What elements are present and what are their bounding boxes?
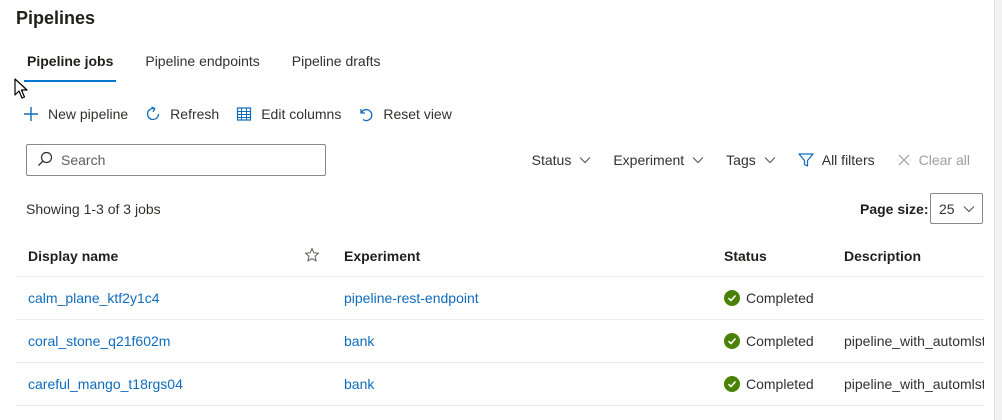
- clear-all-label: Clear all: [918, 152, 970, 168]
- pipeline-jobs-table: Display name Experiment Status Descripti…: [16, 236, 984, 406]
- funnel-icon: [798, 152, 814, 168]
- checkmark-circle-icon: [724, 290, 740, 306]
- favorite-column-header[interactable]: [292, 247, 332, 266]
- status-cell: Completed: [712, 290, 832, 306]
- experiment-link[interactable]: bank: [344, 376, 374, 392]
- chevron-down-icon: [963, 205, 975, 213]
- star-icon: [304, 247, 320, 266]
- status-text: Completed: [746, 333, 814, 349]
- search-box[interactable]: [26, 144, 326, 176]
- status-text: Completed: [746, 290, 814, 306]
- tab-pipeline-drafts[interactable]: Pipeline drafts: [281, 44, 392, 80]
- status-cell: Completed: [712, 376, 832, 392]
- table-columns-icon: [235, 105, 253, 123]
- refresh-label: Refresh: [170, 106, 220, 122]
- refresh-icon: [144, 105, 162, 123]
- checkmark-circle-icon: [724, 333, 740, 349]
- command-bar: New pipeline Refresh Edit columns Reset …: [22, 100, 468, 128]
- column-header-description[interactable]: Description: [832, 248, 984, 264]
- page-size-label: Page size:: [860, 201, 929, 217]
- edit-columns-button[interactable]: Edit columns: [235, 100, 341, 128]
- filter-bar: Status Experiment Tags All filters Clear…: [510, 146, 970, 174]
- table-row[interactable]: coral_stone_q21f602m bank Completed pipe…: [16, 320, 984, 363]
- tab-pipeline-endpoints[interactable]: Pipeline endpoints: [134, 44, 270, 80]
- mouse-cursor-icon: [14, 78, 30, 100]
- description-cell: pipeline_with_automlst...: [844, 333, 984, 349]
- table-row[interactable]: calm_plane_ktf2y1c4 pipeline-rest-endpoi…: [16, 277, 984, 320]
- search-icon: [37, 151, 53, 170]
- job-display-name-link[interactable]: careful_mango_t18rgs04: [28, 376, 183, 392]
- tab-pipeline-jobs[interactable]: Pipeline jobs: [16, 44, 124, 82]
- description-cell: pipeline_with_automlst...: [844, 376, 984, 392]
- vertical-scrollbar[interactable]: [994, 0, 1002, 420]
- new-pipeline-label: New pipeline: [48, 106, 129, 122]
- clear-all-button[interactable]: Clear all: [897, 152, 970, 168]
- experiment-filter-label: Experiment: [613, 152, 685, 168]
- chevron-down-icon: [692, 156, 704, 164]
- experiment-link[interactable]: bank: [344, 333, 374, 349]
- edit-columns-label: Edit columns: [261, 106, 342, 122]
- page-size-dropdown[interactable]: 25: [930, 193, 983, 224]
- page-size-value: 25: [939, 200, 955, 217]
- job-display-name-link[interactable]: calm_plane_ktf2y1c4: [28, 290, 160, 306]
- all-filters-label: All filters: [821, 152, 875, 168]
- experiment-filter-dropdown[interactable]: Experiment: [613, 152, 704, 168]
- close-icon: [897, 153, 911, 167]
- column-header-display-name[interactable]: Display name: [16, 248, 292, 264]
- job-display-name-link[interactable]: coral_stone_q21f602m: [28, 333, 170, 349]
- reset-view-label: Reset view: [383, 106, 452, 122]
- refresh-button[interactable]: Refresh: [144, 100, 219, 128]
- reset-view-button[interactable]: Reset view: [357, 100, 452, 128]
- table-row[interactable]: careful_mango_t18rgs04 bank Completed pi…: [16, 363, 984, 406]
- search-input[interactable]: [61, 152, 301, 168]
- experiment-link[interactable]: pipeline-rest-endpoint: [344, 290, 479, 306]
- table-header-row: Display name Experiment Status Descripti…: [16, 236, 984, 277]
- results-summary: Showing 1-3 of 3 jobs: [26, 201, 161, 217]
- tags-filter-label: Tags: [726, 152, 756, 168]
- column-header-experiment[interactable]: Experiment: [332, 248, 712, 264]
- status-cell: Completed: [712, 333, 832, 349]
- page-title: Pipelines: [16, 8, 96, 28]
- checkmark-circle-icon: [724, 376, 740, 392]
- tab-bar: Pipeline jobs Pipeline endpoints Pipelin…: [16, 44, 402, 84]
- status-filter-label: Status: [531, 152, 572, 168]
- status-filter-dropdown[interactable]: Status: [532, 152, 592, 168]
- status-text: Completed: [746, 376, 814, 392]
- plus-icon: [22, 105, 40, 123]
- all-filters-button[interactable]: All filters: [798, 152, 875, 168]
- tags-filter-dropdown[interactable]: Tags: [726, 152, 776, 168]
- column-header-status[interactable]: Status: [712, 248, 832, 264]
- new-pipeline-button[interactable]: New pipeline: [22, 100, 128, 128]
- chevron-down-icon: [579, 156, 591, 164]
- chevron-down-icon: [764, 156, 776, 164]
- undo-icon: [357, 105, 375, 123]
